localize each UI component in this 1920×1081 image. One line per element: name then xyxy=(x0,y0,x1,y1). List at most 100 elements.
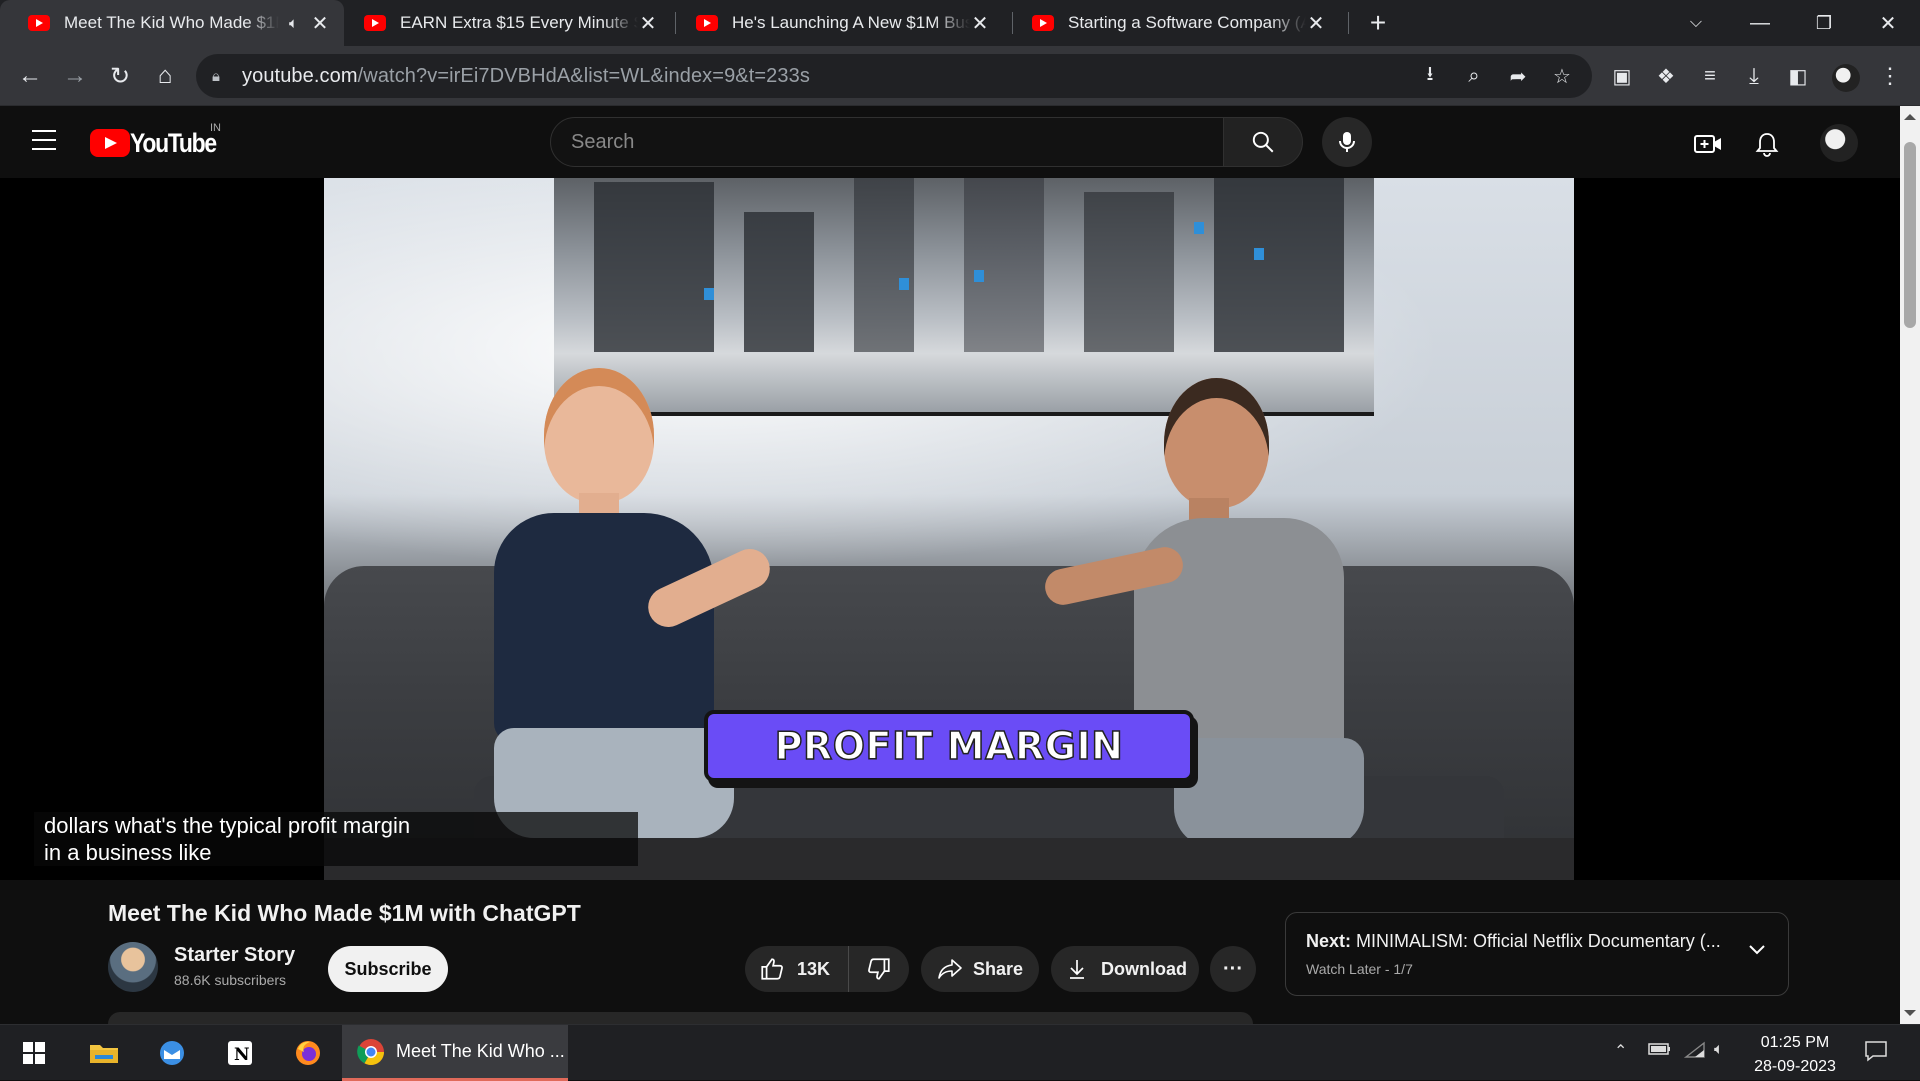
youtube-favicon-icon xyxy=(696,15,718,31)
file-explorer-icon[interactable] xyxy=(76,1029,132,1077)
volume-icon[interactable]: 🔈︎ xyxy=(1714,1041,1724,1059)
close-tab-icon[interactable]: ✕ xyxy=(638,11,658,36)
create-video-icon[interactable] xyxy=(1688,124,1728,164)
caption-line: dollars what's the typical profit margin xyxy=(44,813,411,838)
notifications-icon[interactable] xyxy=(1864,1039,1888,1068)
bookmark-star-icon[interactable]: ☆ xyxy=(1542,56,1582,96)
like-button[interactable]: 13K xyxy=(745,946,849,992)
dislike-button[interactable] xyxy=(849,956,909,982)
lock-icon[interactable]: 🔒︎ xyxy=(212,68,242,85)
channel-name[interactable]: Starter Story xyxy=(174,944,295,967)
video-title: Meet The Kid Who Made $1M with ChatGPT xyxy=(108,900,581,926)
url-text[interactable]: youtube.com/watch?v=irEi7DVBHdA&list=WL&… xyxy=(242,65,810,88)
scrollbar-thumb[interactable] xyxy=(1904,142,1916,328)
address-bar[interactable]: 🔒︎ youtube.com/watch?v=irEi7DVBHdA&list=… xyxy=(196,54,1592,98)
download-button[interactable]: Download xyxy=(1051,946,1199,992)
more-dots-icon: ··· xyxy=(1223,957,1243,980)
profile-avatar[interactable] xyxy=(1832,64,1860,92)
banner-text: PROFIT MARGIN xyxy=(774,723,1124,769)
voice-search-button[interactable] xyxy=(1322,117,1372,167)
notifications-bell-icon[interactable] xyxy=(1747,124,1787,164)
subscriber-count: 88.6K subscribers xyxy=(174,972,287,988)
search-button[interactable] xyxy=(1223,117,1303,167)
account-avatar[interactable] xyxy=(1820,124,1858,162)
youtube-favicon-icon xyxy=(364,15,386,31)
more-actions-button[interactable]: ··· xyxy=(1210,946,1256,992)
url-domain: youtube.com xyxy=(242,64,358,87)
menu-kebab-icon[interactable]: ⋮ xyxy=(1870,56,1910,96)
extension-icon[interactable]: ▣ xyxy=(1602,56,1642,96)
install-app-icon[interactable]: ⭳ xyxy=(1410,56,1450,96)
tab-title: Meet The Kid Who Made $1M with ChatGPT -… xyxy=(64,13,279,32)
chrome-icon xyxy=(357,1038,385,1065)
forward-icon[interactable]: → xyxy=(55,56,95,96)
search-input[interactable] xyxy=(571,130,1223,154)
next-in-playlist-card[interactable]: Next: MINIMALISM: Official Netflix Docum… xyxy=(1285,912,1789,996)
zoom-icon[interactable]: ⌕ xyxy=(1454,56,1494,96)
close-window-icon[interactable]: ✕ xyxy=(1858,0,1918,46)
hamburger-menu-icon[interactable] xyxy=(32,130,56,150)
browser-tab-active[interactable]: Meet The Kid Who Made $1M with ChatGPT -… xyxy=(0,0,344,46)
svg-text:N: N xyxy=(234,1045,250,1065)
windows-taskbar: N Meet The Kid Who ... ⌃ 🔈︎ 01:25 PM 28-… xyxy=(0,1024,1920,1081)
video-frame[interactable]: PROFIT MARGIN xyxy=(324,178,1574,880)
playlist-position: Watch Later - 1/7 xyxy=(1306,961,1413,977)
wifi-icon[interactable] xyxy=(1683,1041,1706,1064)
notion-app-icon[interactable]: N xyxy=(212,1029,268,1077)
page-scrollbar[interactable] xyxy=(1900,106,1920,1024)
reload-icon[interactable]: ↻ xyxy=(100,56,140,96)
profit-margin-banner: PROFIT MARGIN xyxy=(704,710,1194,782)
side-panel-icon[interactable]: ◧ xyxy=(1778,56,1818,96)
tab-title: EARN Extra $15 Every Minute SELLING xyxy=(400,13,638,32)
show-hidden-icons-chevron-icon[interactable]: ⌃ xyxy=(1614,1041,1627,1061)
next-video-line: Next: MINIMALISM: Official Netflix Docum… xyxy=(1306,931,1721,952)
next-prefix: Next: xyxy=(1306,931,1352,951)
browser-tab[interactable]: EARN Extra $15 Every Minute SELLING ✕ xyxy=(336,0,672,46)
windows-start-icon[interactable] xyxy=(6,1029,62,1077)
chrome-taskbar-window[interactable]: Meet The Kid Who ... xyxy=(342,1025,568,1081)
puzzle-extensions-icon[interactable]: ❖ xyxy=(1646,56,1686,96)
restore-window-icon[interactable]: ❐ xyxy=(1794,0,1854,46)
youtube-logo-icon[interactable] xyxy=(90,129,130,157)
scroll-up-arrow-icon[interactable] xyxy=(1904,114,1916,120)
browser-tab[interactable]: He's Launching A New $1M Business ✕ xyxy=(668,0,1004,46)
closed-captions: dollars what's the typical profit margin… xyxy=(34,812,638,866)
microphone-icon xyxy=(1339,132,1355,152)
new-tab-button[interactable]: + xyxy=(1348,0,1408,46)
description-box[interactable] xyxy=(108,1012,1253,1024)
youtube-header: YouTube IN xyxy=(0,106,1900,178)
minimize-window-icon[interactable]: — xyxy=(1730,0,1790,46)
home-icon[interactable]: ⌂ xyxy=(145,56,185,96)
video-info-section: Meet The Kid Who Made $1M with ChatGPT S… xyxy=(0,880,1900,1024)
tab-search-chevron-icon[interactable]: ⌵ xyxy=(1666,0,1726,46)
system-clock[interactable]: 01:25 PM 28-09-2023 xyxy=(1740,1031,1850,1079)
browser-toolbar: ← → ↻ ⌂ 🔒︎ youtube.com/watch?v=irEi7DVBH… xyxy=(0,46,1920,106)
clock-date: 28-09-2023 xyxy=(1754,1058,1836,1075)
channel-avatar[interactable] xyxy=(108,942,158,992)
scroll-down-arrow-icon[interactable] xyxy=(1904,1010,1916,1016)
close-tab-icon[interactable]: ✕ xyxy=(1306,11,1326,36)
subscribe-button[interactable]: Subscribe xyxy=(328,946,448,992)
share-page-icon[interactable]: ➦ xyxy=(1498,56,1538,96)
downloads-icon[interactable]: ⤓ xyxy=(1734,56,1774,96)
url-path: /watch?v=irEi7DVBHdA&list=WL&index=9&t=2… xyxy=(357,64,810,87)
speaker-icon[interactable]: 🔈︎ xyxy=(289,15,298,32)
back-icon[interactable]: ← xyxy=(10,56,50,96)
chevron-down-icon[interactable] xyxy=(1746,939,1768,961)
youtube-logo-text[interactable]: YouTube xyxy=(130,128,217,159)
browser-tab[interactable]: Starting a Software Company (AMA) ✕ xyxy=(1004,0,1340,46)
share-button[interactable]: Share xyxy=(921,946,1039,992)
next-video-title: MINIMALISM: Official Netflix Documentary… xyxy=(1356,931,1721,951)
battery-icon[interactable] xyxy=(1648,1041,1672,1062)
caption-line: in a business like xyxy=(44,840,212,865)
thumbs-up-icon xyxy=(761,958,783,980)
tab-title: Starting a Software Company (AMA) xyxy=(1068,13,1306,32)
close-tab-icon[interactable]: ✕ xyxy=(310,11,330,36)
thumbs-down-icon xyxy=(868,958,890,980)
firefox-icon[interactable] xyxy=(280,1029,336,1077)
close-tab-icon[interactable]: ✕ xyxy=(970,11,990,36)
media-control-icon[interactable]: ≡ xyxy=(1690,56,1730,96)
mail-app-icon[interactable] xyxy=(144,1029,200,1077)
video-player[interactable]: PROFIT MARGIN dollars what's the typical… xyxy=(0,178,1900,880)
search-box[interactable] xyxy=(550,117,1224,167)
